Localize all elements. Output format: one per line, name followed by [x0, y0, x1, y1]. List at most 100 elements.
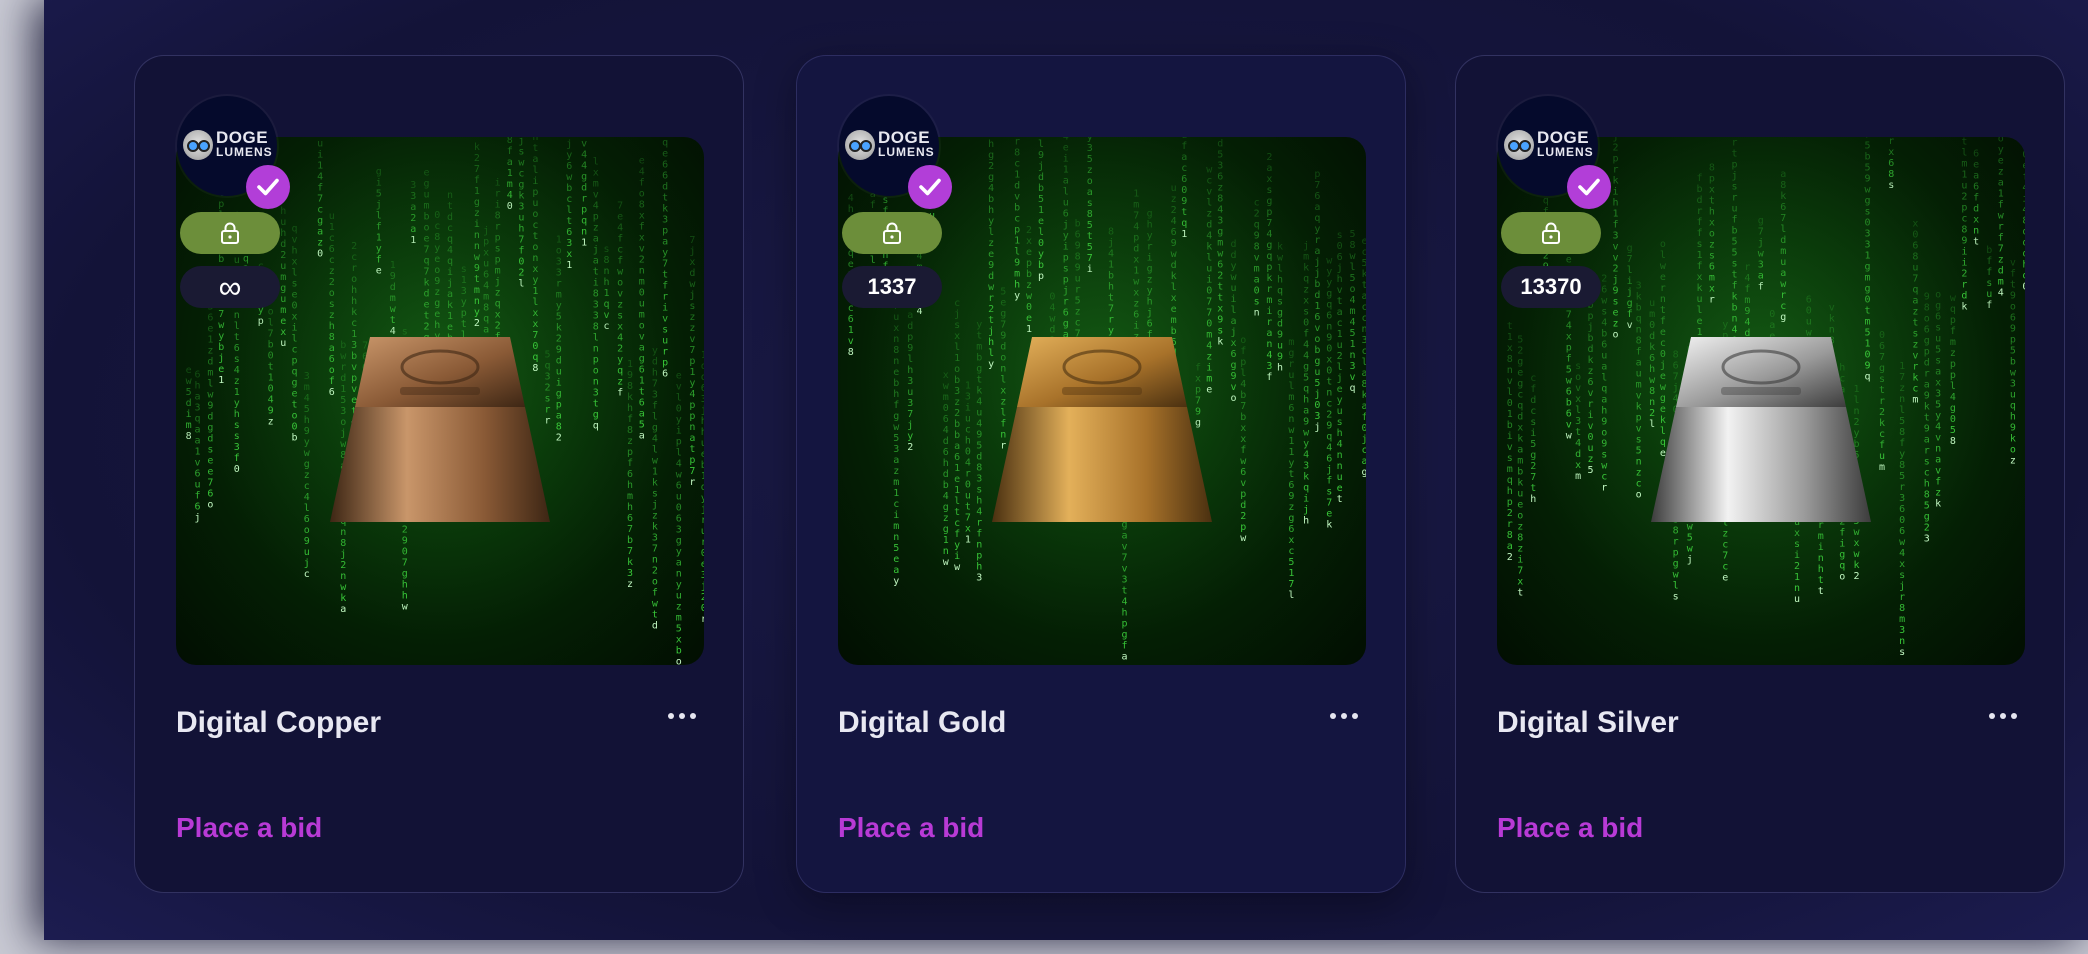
place-bid-link[interactable]: Place a bid — [838, 812, 984, 844]
svg-text:n: n — [689, 422, 695, 433]
svg-text:q: q — [593, 421, 599, 432]
svg-text:w: w — [1566, 431, 1573, 442]
svg-text:1: 1 — [1063, 165, 1069, 176]
svg-text:w: w — [893, 422, 900, 433]
more-options-button[interactable] — [1322, 704, 1366, 728]
svg-text:a: a — [1601, 395, 1607, 406]
creator-logo-line2: LUMENS — [878, 145, 935, 159]
svg-text:0: 0 — [1337, 241, 1343, 252]
svg-text:o: o — [434, 265, 440, 276]
svg-text:8: 8 — [1350, 240, 1356, 251]
svg-text:b: b — [268, 340, 274, 351]
svg-text:b: b — [954, 375, 960, 386]
svg-text:h: h — [1147, 220, 1153, 231]
svg-text:h: h — [893, 389, 899, 400]
svg-text:z: z — [1147, 275, 1153, 286]
svg-text:e: e — [1337, 384, 1343, 395]
svg-text:9: 9 — [1038, 150, 1044, 161]
svg-text:q: q — [424, 256, 430, 267]
svg-text:t: t — [1122, 586, 1128, 597]
svg-text:l: l — [1362, 357, 1367, 368]
svg-text:v: v — [195, 458, 201, 469]
svg-text:h: h — [280, 228, 286, 239]
svg-text:z: z — [268, 417, 274, 428]
svg-text:z: z — [1206, 208, 1212, 219]
svg-text:s: s — [1888, 180, 1894, 191]
nft-title[interactable]: Digital Gold — [838, 706, 1006, 740]
svg-text:c: c — [1961, 213, 1967, 224]
svg-text:p: p — [1961, 202, 1967, 213]
svg-text:0: 0 — [1899, 515, 1905, 526]
svg-text:1: 1 — [195, 447, 201, 458]
svg-text:j: j — [954, 309, 960, 320]
svg-text:m: m — [1350, 306, 1356, 317]
svg-text:9: 9 — [1924, 390, 1930, 401]
svg-text:7: 7 — [317, 194, 323, 205]
svg-text:n: n — [593, 377, 599, 388]
svg-text:c: c — [532, 220, 538, 231]
svg-text:9: 9 — [1601, 417, 1607, 428]
svg-text:5: 5 — [1350, 328, 1356, 339]
svg-text:y: y — [566, 150, 572, 161]
svg-text:u: u — [1075, 273, 1081, 284]
svg-text:l: l — [1337, 362, 1343, 373]
svg-text:o: o — [1087, 176, 1093, 187]
svg-text:4: 4 — [483, 281, 489, 292]
svg-text:r: r — [1924, 445, 1930, 456]
svg-text:8: 8 — [1254, 242, 1260, 253]
svg-text:a: a — [676, 557, 682, 568]
edition-count: ∞ — [180, 266, 280, 308]
svg-text:f: f — [870, 200, 876, 211]
svg-text:6: 6 — [1973, 182, 1979, 193]
svg-text:4: 4 — [1575, 438, 1581, 449]
svg-text:4: 4 — [1744, 273, 1750, 284]
place-bid-link[interactable]: Place a bid — [1497, 812, 1643, 844]
svg-text:q: q — [1636, 313, 1642, 324]
svg-text:k: k — [351, 307, 357, 318]
svg-text:r: r — [1961, 279, 1967, 290]
svg-text:o: o — [676, 656, 682, 665]
svg-text:t: t — [662, 193, 668, 204]
svg-text:c: c — [1636, 478, 1642, 489]
svg-text:x: x — [893, 323, 899, 334]
svg-text:7: 7 — [1566, 310, 1572, 321]
check-icon — [257, 178, 279, 196]
svg-text:s: s — [1254, 297, 1260, 308]
svg-text:q: q — [604, 299, 610, 310]
svg-text:a: a — [639, 343, 645, 354]
svg-text:l: l — [1038, 227, 1044, 238]
nft-card-digital-copper[interactable]: ew5dim86ha3qaa1v6uf6j36e1zdmlw9dgdsee76o… — [134, 55, 744, 893]
svg-text:z: z — [1899, 383, 1905, 394]
svg-text:x: x — [676, 634, 682, 645]
svg-text:p: p — [1566, 343, 1572, 354]
svg-text:y: y — [1899, 449, 1905, 460]
svg-text:6: 6 — [234, 343, 240, 354]
nft-title[interactable]: Digital Copper — [176, 706, 381, 740]
more-options-button[interactable] — [660, 704, 704, 728]
svg-text:e: e — [639, 156, 645, 167]
svg-text:u: u — [329, 211, 335, 222]
more-options-button[interactable] — [1981, 704, 2025, 728]
place-bid-link[interactable]: Place a bid — [176, 812, 322, 844]
svg-text:s: s — [1087, 198, 1093, 209]
svg-text:i: i — [474, 219, 480, 230]
svg-text:j: j — [1314, 268, 1320, 279]
svg-text:o: o — [954, 364, 960, 375]
svg-text:n: n — [474, 296, 480, 307]
svg-text:y: y — [701, 493, 704, 504]
nft-card-digital-gold[interactable]: 4hjskqe2hcc61v8b72rvolaf6vdsllguiop335k9… — [796, 55, 1406, 893]
svg-text:u: u — [1879, 451, 1885, 462]
nft-title[interactable]: Digital Silver — [1497, 706, 1679, 740]
svg-text:i: i — [1961, 246, 1967, 257]
svg-text:n: n — [943, 546, 949, 557]
svg-text:e: e — [280, 316, 286, 327]
nft-card-digital-silver[interactable]: t1x8nvl01bivsmqhp2r8a252gegcqdxkambkueoz… — [1455, 55, 2065, 893]
svg-text:l: l — [1288, 590, 1294, 601]
svg-text:9: 9 — [1326, 421, 1332, 432]
svg-text:m: m — [556, 290, 562, 301]
svg-text:y: y — [617, 355, 623, 366]
svg-text:0: 0 — [701, 603, 704, 614]
svg-text:g: g — [1839, 550, 1845, 561]
svg-text:j: j — [593, 245, 599, 256]
svg-text:8: 8 — [1075, 251, 1081, 262]
